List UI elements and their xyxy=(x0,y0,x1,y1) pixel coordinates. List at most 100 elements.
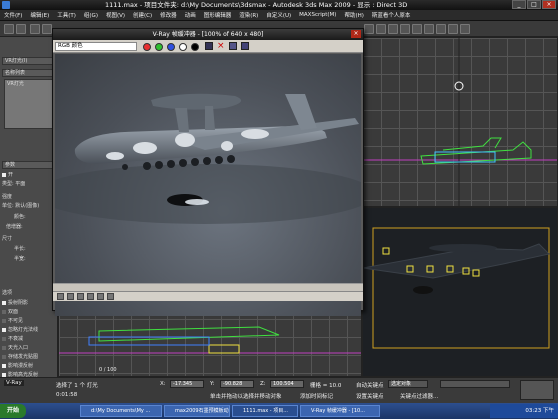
schematic-icon[interactable] xyxy=(424,24,434,34)
menu-edit[interactable]: 编辑(E) xyxy=(30,11,49,19)
taskbar-vray-fb[interactable]: V-Ray 帧缓冲器 - [10... xyxy=(300,405,380,417)
alpha-channel-icon[interactable] xyxy=(179,43,187,51)
option-checkbox[interactable]: 不衰减 xyxy=(2,335,23,343)
rollout-name-list[interactable]: 名称列表 xyxy=(2,69,56,77)
menu-create[interactable]: 创建(C) xyxy=(133,11,152,19)
grid-size: 栅格 = 10.0 xyxy=(310,383,342,389)
vfb-settings-icon[interactable] xyxy=(107,293,114,300)
option-checkbox[interactable]: 不可见 xyxy=(2,317,23,325)
maxscript-listener[interactable]: V-Ray xyxy=(4,380,24,386)
render-setup-icon[interactable] xyxy=(364,24,374,34)
clear-image-icon[interactable]: × xyxy=(217,40,225,52)
menu-graph-editors[interactable]: 图形编辑器 xyxy=(204,11,232,19)
option-checkbox[interactable]: 投射阴影 xyxy=(2,299,28,307)
vfb-info-icon[interactable] xyxy=(77,293,84,300)
z-coordinate-field[interactable]: 100.504 xyxy=(270,380,304,388)
menu-group[interactable]: 组(G) xyxy=(84,11,98,19)
render-icon[interactable] xyxy=(376,24,386,34)
red-channel-icon[interactable] xyxy=(143,43,151,51)
option-checkbox[interactable]: 天光入口 xyxy=(2,344,28,352)
quick-render-icon[interactable] xyxy=(448,24,458,34)
material-editor-icon[interactable] xyxy=(388,24,398,34)
option-checkbox[interactable]: 双面 xyxy=(2,308,18,316)
menu-extra[interactable]: 斯蓝看个人原本 xyxy=(372,11,411,19)
minimize-button[interactable]: _ xyxy=(512,0,526,9)
vray-frame-buffer-window[interactable]: V-Ray 帧缓冲器 - [100% of 640 x 480] × RGB 颜… xyxy=(52,28,364,316)
menu-maxscript[interactable]: MAXScript(M) xyxy=(299,12,336,18)
taskbar-explorer[interactable]: d:\My Documents\My ... xyxy=(80,405,162,417)
vfb-horizontal-scrollbar[interactable] xyxy=(53,283,363,291)
checkbox-checked-icon[interactable] xyxy=(2,327,6,332)
add-time-tag[interactable]: 添加时间标记 xyxy=(300,392,333,400)
x-coordinate-field[interactable]: -17.345 xyxy=(170,380,204,388)
checkbox-checked-icon[interactable] xyxy=(2,372,6,377)
on-checkbox[interactable]: 开 xyxy=(2,171,13,179)
y-coordinate-field[interactable]: -90.828 xyxy=(220,380,254,388)
unlink-icon[interactable] xyxy=(42,24,52,34)
checkbox-checked-icon[interactable] xyxy=(2,363,6,368)
vfb-close-button[interactable]: × xyxy=(351,30,361,38)
menu-views[interactable]: 视图(V) xyxy=(106,11,125,19)
vfb-title-bar[interactable]: V-Ray 帧缓冲器 - [100% of 640 x 480] × xyxy=(53,29,363,40)
checkbox-checked-icon[interactable] xyxy=(2,300,6,305)
viewport-perspective[interactable] xyxy=(362,207,558,377)
undo-icon[interactable] xyxy=(4,24,14,34)
units-row[interactable]: 单位: 默认(图像) xyxy=(2,202,39,210)
vfb-history-icon[interactable] xyxy=(57,293,64,300)
vfb-levels-icon[interactable] xyxy=(97,293,104,300)
start-button[interactable]: 开始 xyxy=(0,404,26,418)
channel-select[interactable]: RGB 颜色 xyxy=(55,42,137,51)
title-bar: 1111.max - 项目文件夹: d:\My Documents\3dsmax… xyxy=(0,0,558,10)
menu-modifiers[interactable]: 修改器 xyxy=(160,11,177,19)
name-listbox[interactable]: VR灯光 xyxy=(4,79,54,129)
checkbox-unchecked-icon[interactable] xyxy=(2,309,6,314)
command-panel: VR灯光(I) 名称列表 VR灯光 参数 开 类型: 平面 强度 单位: 默认(… xyxy=(0,37,58,378)
layer-icon[interactable] xyxy=(400,24,410,34)
rollout-parameters[interactable]: 参数 xyxy=(2,161,56,169)
type-row[interactable]: 类型: 平面 xyxy=(2,180,25,188)
menu-tools[interactable]: 工具(T) xyxy=(57,11,76,19)
close-button[interactable]: × xyxy=(542,0,556,9)
menu-rendering[interactable]: 渲染(R) xyxy=(239,11,258,19)
checkbox-unchecked-icon[interactable] xyxy=(2,345,6,350)
option-checkbox[interactable]: 忽略灯光法线 xyxy=(2,326,38,334)
duplicate-to-max-icon[interactable] xyxy=(229,42,237,50)
checkbox-unchecked-icon[interactable] xyxy=(2,336,6,341)
set-key-button[interactable]: 设置关键点 xyxy=(356,392,384,400)
maximize-button[interactable]: □ xyxy=(527,0,541,9)
link-icon[interactable] xyxy=(30,24,40,34)
taskbar-document[interactable]: max2009石墨预模板动... xyxy=(164,405,230,417)
mono-channel-icon[interactable] xyxy=(191,43,199,51)
taskbar-3dsmax[interactable]: 1111.max - 项目... xyxy=(232,405,298,417)
viewport-navigation-controls[interactable] xyxy=(520,380,554,400)
menu-customize[interactable]: 自定义(U) xyxy=(266,11,291,19)
3dsmax-app-icon[interactable] xyxy=(2,1,10,9)
green-channel-icon[interactable] xyxy=(155,43,163,51)
option-label: 影响漫反射 xyxy=(8,363,34,369)
teapot-icon[interactable] xyxy=(460,24,470,34)
viewport-front[interactable] xyxy=(362,37,558,207)
option-label: 存储发光贴图 xyxy=(8,354,39,360)
menu-file[interactable]: 文件(F) xyxy=(4,11,22,19)
curve-editor-icon[interactable] xyxy=(412,24,422,34)
menu-animation[interactable]: 动画 xyxy=(185,11,196,19)
render-frame-icon[interactable] xyxy=(436,24,446,34)
checkbox-unchecked-icon[interactable] xyxy=(2,354,6,359)
key-filters-button[interactable]: 关键点过滤器... xyxy=(400,392,438,400)
rollout-vrlight[interactable]: VR灯光(I) xyxy=(2,57,56,65)
track-mouse-icon[interactable] xyxy=(241,42,249,50)
menu-help[interactable]: 帮助(H) xyxy=(344,11,363,19)
autokey-button[interactable]: 自动关键点 xyxy=(356,381,384,389)
playback-controls[interactable] xyxy=(440,380,510,388)
option-checkbox[interactable]: 存储发光贴图 xyxy=(2,353,38,361)
selected-objects-dropdown[interactable]: 选定对象 xyxy=(388,380,428,388)
checkbox-unchecked-icon[interactable] xyxy=(2,318,6,323)
redo-icon[interactable] xyxy=(16,24,26,34)
vfb-curve-icon[interactable] xyxy=(87,293,94,300)
blue-channel-icon[interactable] xyxy=(167,43,175,51)
option-checkbox[interactable]: 影响漫反射 xyxy=(2,362,33,370)
front-viewport-wireframe xyxy=(363,38,557,206)
list-item[interactable]: VR灯光 xyxy=(7,80,24,88)
vfb-lens-icon[interactable] xyxy=(67,293,74,300)
save-image-icon[interactable] xyxy=(205,42,213,50)
